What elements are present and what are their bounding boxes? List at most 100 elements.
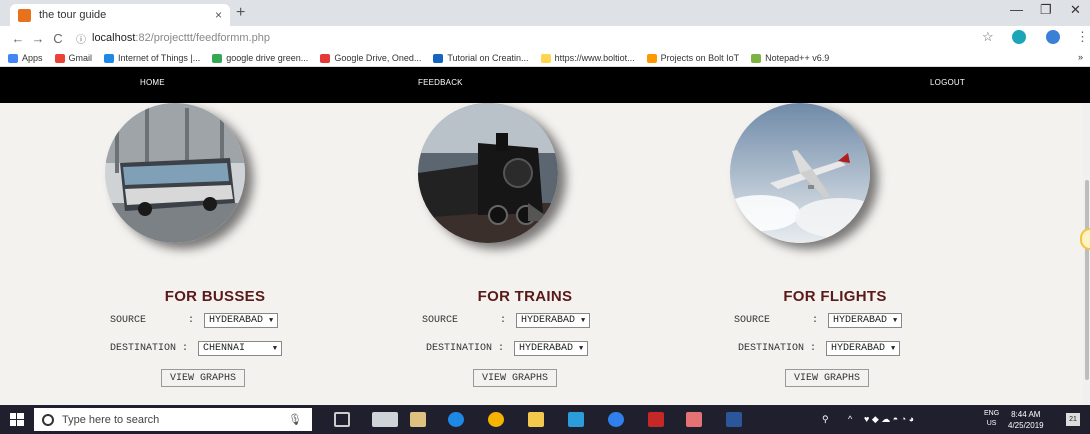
google-icon <box>212 53 223 63</box>
youtube-icon <box>320 53 331 63</box>
input-language[interactable]: ENG US <box>984 409 999 429</box>
bookmarks-bar: Apps Gmail Internet of Things |... googl… <box>0 50 1090 67</box>
taskbar-clock[interactable]: 8:44 AM 4/25/2019 <box>1008 409 1044 431</box>
bookmark-item[interactable]: Gmail <box>54 53 92 63</box>
bookmark-item[interactable]: Notepad++ v6.9 <box>751 53 829 63</box>
apps-grid-icon <box>8 53 18 63</box>
show-hidden-icons[interactable]: ^ <box>848 414 852 424</box>
dropdown-arrow-icon: ▼ <box>272 344 278 353</box>
train-heading: FOR TRAINS <box>477 288 573 305</box>
train-destination-row: DESTINATION : HYDERABAD ▼ <box>426 341 589 356</box>
new-tab-button[interactable]: + <box>236 4 245 22</box>
train-source-row: SOURCE : HYDERABAD ▼ <box>422 313 591 328</box>
bus-view-graphs-button[interactable]: VIEW GRAPHS <box>161 369 246 387</box>
taskbar-app-icon[interactable] <box>686 412 702 427</box>
page-icon <box>540 53 551 63</box>
bookmark-item[interactable]: Internet of Things |... <box>104 53 200 63</box>
dropdown-arrow-icon: ▼ <box>269 316 274 325</box>
minimize-button[interactable]: — <box>1010 2 1023 17</box>
people-icon[interactable]: ⚲ <box>822 414 829 425</box>
destination-label: DESTINATION : <box>738 343 823 354</box>
bookmark-item[interactable]: google drive green... <box>212 53 308 63</box>
flight-source-row: SOURCE : HYDERABAD ▼ <box>734 313 903 328</box>
search-placeholder: Type here to search <box>62 413 160 426</box>
chrome-icon[interactable] <box>488 412 504 427</box>
dropdown-arrow-icon: ▼ <box>579 344 584 353</box>
flight-heading: FOR FLIGHTS <box>783 288 887 305</box>
taskbar-app-icon[interactable] <box>608 412 624 427</box>
bookmark-item[interactable]: Apps <box>8 53 43 63</box>
windows-taskbar: Type here to search 🎙 ⚲ ^ ♥ ◆ ☁ ◓ ◔ ◕ EN… <box>0 405 1090 434</box>
bookmark-item[interactable]: Google Drive, Oned... <box>320 53 421 63</box>
destination-label: DESTINATION : <box>110 343 195 354</box>
flight-destination-row: DESTINATION : HYDERABAD ▼ <box>738 341 901 356</box>
extension-icon[interactable] <box>1012 30 1026 44</box>
bookmark-item[interactable]: Projects on Bolt IoT <box>646 53 739 63</box>
train-image <box>418 103 558 243</box>
address-bar-row: ← → C ⓘ localhost :82/projecttt/feedform… <box>0 26 1090 50</box>
url-field[interactable]: ⓘ localhost :82/projecttt/feedformm.php <box>76 29 936 47</box>
chart-icon <box>433 53 444 63</box>
notification-center-icon[interactable]: 21 <box>1066 413 1080 426</box>
browser-tab[interactable]: the tour guide × <box>10 4 230 26</box>
bookmark-item[interactable]: Tutorial on Creatin... <box>433 53 529 63</box>
bookmark-item[interactable]: https://www.boltiot... <box>540 53 635 63</box>
word-icon[interactable] <box>726 412 742 427</box>
info-icon[interactable]: ⓘ <box>76 31 86 46</box>
windows-start-icon[interactable] <box>10 413 24 426</box>
site-nav-bar: HOME FEEDBACK LOGOUT <box>0 67 1090 103</box>
page-content: FOR BUSSES SOURCE : HYDERABAD ▼ DESTINATI… <box>0 103 1083 405</box>
flight-view-graphs-button[interactable]: VIEW GRAPHS <box>785 369 870 387</box>
gmail-icon <box>54 53 65 63</box>
bus-source-select[interactable]: HYDERABAD ▼ <box>204 313 279 328</box>
dropdown-arrow-icon: ▼ <box>893 316 898 325</box>
bus-image <box>105 103 245 243</box>
flight-section: FOR FLIGHTS SOURCE : HYDERABAD ▼ DESTINAT… <box>686 103 976 405</box>
bus-heading: FOR BUSSES <box>164 288 266 305</box>
dropdown-arrow-icon: ▼ <box>581 316 586 325</box>
site-favicon-icon <box>18 8 31 22</box>
flight-image <box>730 103 870 243</box>
reload-button[interactable]: C <box>48 31 68 46</box>
scrollbar-thumb[interactable] <box>1085 180 1089 380</box>
nav-home-link[interactable]: HOME <box>140 78 165 87</box>
nav-feedback-link[interactable]: FEEDBACK <box>418 78 463 87</box>
bookmark-star-icon[interactable]: ☆ <box>982 29 994 45</box>
tab-close-icon[interactable]: × <box>215 8 222 22</box>
taskbar-search-input[interactable]: Type here to search 🎙 <box>34 408 312 431</box>
tray-icons[interactable]: ♥ ◆ ☁ ◓ ◔ ◕ <box>864 414 914 425</box>
close-window-button[interactable]: ✕ <box>1070 2 1081 18</box>
bus-destination-select[interactable]: CHENNAI ▼ <box>198 341 283 356</box>
dropdown-arrow-icon: ▼ <box>891 344 896 353</box>
forward-button[interactable]: → <box>28 31 48 46</box>
bus-destination-row: DESTINATION : CHENNAI ▼ <box>110 341 283 356</box>
back-button[interactable]: ← <box>8 31 28 46</box>
microphone-icon[interactable]: 🎙 <box>288 413 302 426</box>
nav-logout-link[interactable]: LOGOUT <box>930 78 965 87</box>
taskbar-app-icon[interactable] <box>372 412 398 427</box>
flight-destination-select[interactable]: HYDERABAD ▼ <box>826 341 901 356</box>
bus-section: FOR BUSSES SOURCE : HYDERABAD ▼ DESTINATI… <box>70 103 360 405</box>
source-label: SOURCE : <box>422 315 513 326</box>
destination-label: DESTINATION : <box>426 343 511 354</box>
task-view-icon[interactable] <box>334 412 350 427</box>
train-view-graphs-button[interactable]: VIEW GRAPHS <box>473 369 558 387</box>
taskbar-app-icon[interactable] <box>568 412 584 427</box>
maximize-button[interactable]: ❐ <box>1040 2 1052 18</box>
edge-icon[interactable] <box>448 412 464 427</box>
bolt-icon <box>646 53 657 63</box>
bookmarks-overflow-icon[interactable]: » <box>1078 52 1083 62</box>
flight-source-select[interactable]: HYDERABAD ▼ <box>828 313 903 328</box>
source-label: SOURCE : <box>110 315 201 326</box>
notepad-icon <box>751 53 762 63</box>
taskbar-app-icon[interactable] <box>648 412 664 427</box>
file-explorer-icon[interactable] <box>528 412 544 427</box>
chrome-menu-icon[interactable]: ⋮ <box>1076 29 1089 45</box>
profile-avatar[interactable] <box>1046 30 1060 44</box>
train-source-select[interactable]: HYDERABAD ▼ <box>516 313 591 328</box>
cortana-icon <box>42 413 54 426</box>
url-path: :82/projecttt/feedformm.php <box>135 32 270 44</box>
train-destination-select[interactable]: HYDERABAD ▼ <box>514 341 589 356</box>
store-icon[interactable] <box>410 412 426 427</box>
tab-title: the tour guide <box>39 9 107 21</box>
